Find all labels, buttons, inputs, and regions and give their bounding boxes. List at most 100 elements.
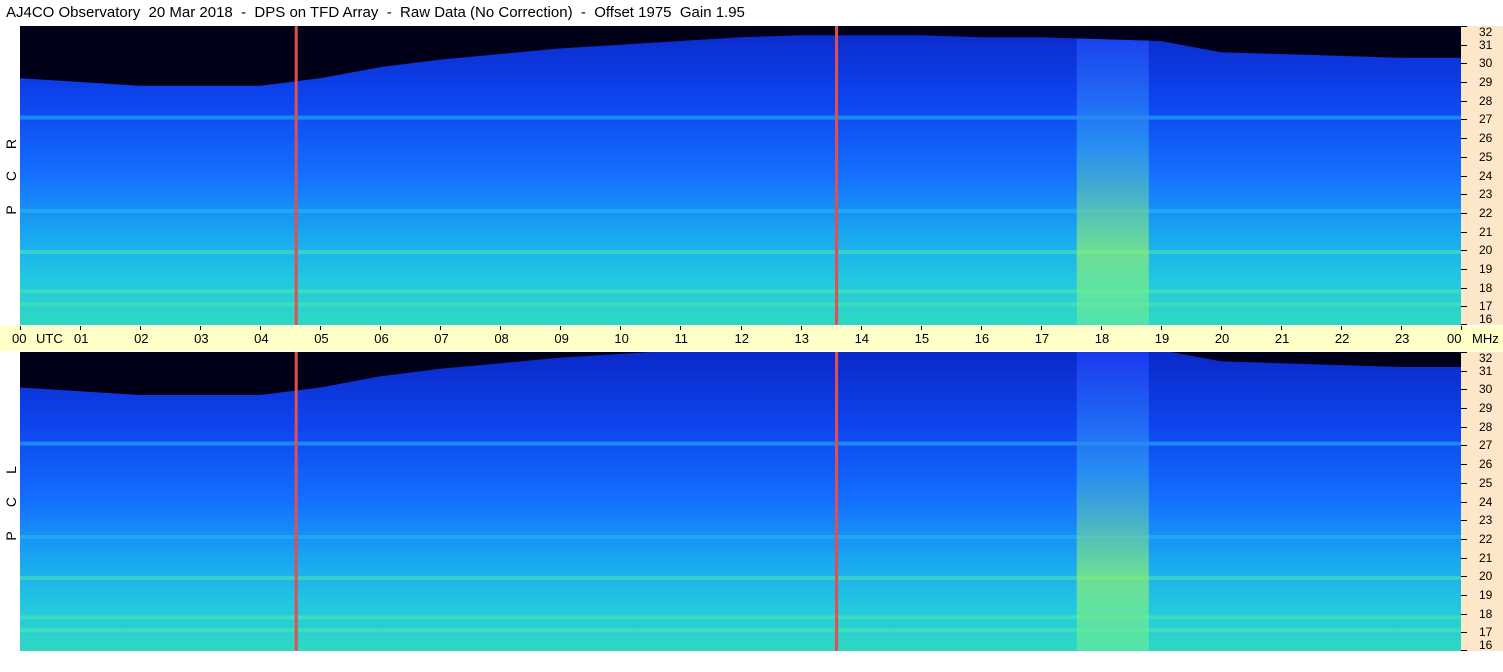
time-label: 02 <box>134 331 149 346</box>
lcp-freq-label: 24 <box>1479 494 1493 509</box>
lcp-freq-label: 23 <box>1479 513 1493 528</box>
time-label: 14 <box>854 331 870 346</box>
lcp-freq-label: 18 <box>1479 606 1493 621</box>
lcp-freq-label: 30 <box>1479 382 1493 397</box>
rcp-band <box>20 209 1461 214</box>
time-axis-unit-utc: UTC <box>36 331 63 346</box>
lcp-freq-label: 21 <box>1479 550 1493 565</box>
time-label: 10 <box>614 331 629 346</box>
time-label: 12 <box>734 331 749 346</box>
lcp-label-letter-1: L <box>3 466 19 474</box>
rcp-marker-line <box>294 26 298 325</box>
lcp-freq-label: 25 <box>1479 475 1493 490</box>
lcp-freq-label: 20 <box>1479 569 1493 584</box>
lcp-freq-label: 19 <box>1479 587 1493 602</box>
time-tick <box>1461 326 1462 330</box>
time-label: 19 <box>1154 331 1170 346</box>
lcp-freq-label: 26 <box>1479 457 1493 472</box>
time-tick <box>980 326 982 330</box>
lcp-freq-tick <box>1461 501 1467 503</box>
rcp-freq-tick <box>1461 100 1467 102</box>
rcp-spectrogram <box>20 26 1461 325</box>
lcp-freq-label: 22 <box>1479 531 1493 546</box>
lcp-label-letter-3: P <box>3 531 19 541</box>
rcp-freq-label: 32 <box>1479 25 1493 39</box>
rcp-freq-label: 31 <box>1479 37 1493 52</box>
rcp-freq-tick <box>1461 119 1467 121</box>
time-axis: UTC MHz 00 01 02 03 04 05 06 07 08 09 10 11 12 13 14 15… <box>0 326 1503 351</box>
lcp-freq-tick <box>1461 389 1467 391</box>
time-tick <box>800 326 802 330</box>
lcp-spectrogram <box>20 352 1461 651</box>
time-tick <box>740 326 742 330</box>
rcp-freq-label: 21 <box>1479 224 1493 239</box>
rcp-freq-tick <box>1461 63 1467 65</box>
rcp-freq-tick <box>1461 44 1467 46</box>
time-label: 16 <box>974 331 990 346</box>
rcp-freq-label: 30 <box>1479 56 1493 71</box>
lcp-label-letter-2: C <box>3 496 19 508</box>
lcp-freq-label: 28 <box>1479 419 1493 434</box>
time-tick <box>560 326 562 330</box>
rcp-freq-tick <box>1461 138 1467 140</box>
lcp-freq-tick <box>1461 464 1467 466</box>
time-tick <box>1160 326 1162 330</box>
time-label: 09 <box>554 331 569 346</box>
time-label: 01 <box>74 331 89 346</box>
rcp-freq-label: 18 <box>1479 280 1493 295</box>
rcp-freq-label: 26 <box>1479 131 1493 146</box>
lcp-band <box>20 576 1461 581</box>
lcp-freq-tick <box>1461 482 1467 484</box>
time-label: 13 <box>794 331 809 346</box>
rcp-freq-tick <box>1461 194 1467 196</box>
time-label: 11 <box>674 331 688 346</box>
rcp-label-letter-3: P <box>3 205 19 215</box>
time-tick <box>860 326 862 330</box>
rcp-label-letter-1: R <box>3 138 19 150</box>
rcp-band <box>20 302 1461 307</box>
lcp-freq-label: 29 <box>1479 401 1493 416</box>
time-tick <box>260 326 262 330</box>
rcp-freq-label: 27 <box>1479 112 1493 127</box>
time-label: 04 <box>254 331 269 346</box>
lcp-freq-tick <box>1461 613 1467 615</box>
rcp-freq-label: 19 <box>1479 261 1493 276</box>
rcp-freq-label: 24 <box>1479 168 1493 183</box>
rcp-frequency-axis: 32 31 30 29 28 27 26 25 24 23 22 21 20 19 18 17 16 <box>1461 26 1503 325</box>
lcp-freq-label: 17 <box>1479 625 1493 640</box>
rcp-freq-tick <box>1461 287 1467 289</box>
lcp-marker-line <box>835 352 839 651</box>
rcp-freq-tick <box>1461 306 1467 308</box>
rcp-freq-tick <box>1461 26 1467 27</box>
rcp-freq-label: 20 <box>1479 243 1493 258</box>
rcp-marker-line <box>835 26 839 325</box>
time-label: 21 <box>1274 331 1290 346</box>
time-label: 23 <box>1394 331 1410 346</box>
lcp-freq-tick <box>1461 576 1467 578</box>
rcp-freq-tick <box>1461 82 1467 84</box>
lcp-freq-label: 31 <box>1479 363 1493 378</box>
time-label: 05 <box>314 331 329 346</box>
rcp-freq-tick <box>1461 212 1467 214</box>
lcp-band <box>20 535 1461 540</box>
time-tick <box>620 326 622 330</box>
rcp-band <box>20 289 1461 294</box>
time-label: 08 <box>494 331 509 346</box>
rcp-bright-band <box>1076 26 1149 325</box>
lcp-freq-tick <box>1461 538 1467 540</box>
time-label: 15 <box>914 331 930 346</box>
lcp-freq-tick <box>1461 520 1467 522</box>
lcp-freq-label: 16 <box>1479 638 1493 652</box>
rcp-freq-tick <box>1461 324 1467 325</box>
lcp-freq-tick <box>1461 594 1467 596</box>
lcp-freq-tick <box>1461 650 1467 651</box>
lcp-freq-tick <box>1461 426 1467 428</box>
lcp-freq-tick <box>1461 370 1467 372</box>
time-tick <box>1400 326 1402 330</box>
lcp-freq-tick <box>1461 632 1467 634</box>
page-title: AJ4CO Observatory 20 Mar 2018 - DPS on T… <box>6 4 745 21</box>
rcp-freq-tick <box>1461 231 1467 233</box>
time-label: 03 <box>194 331 209 346</box>
time-label: 00 <box>1447 331 1462 346</box>
rcp-freq-label: 28 <box>1479 93 1493 108</box>
